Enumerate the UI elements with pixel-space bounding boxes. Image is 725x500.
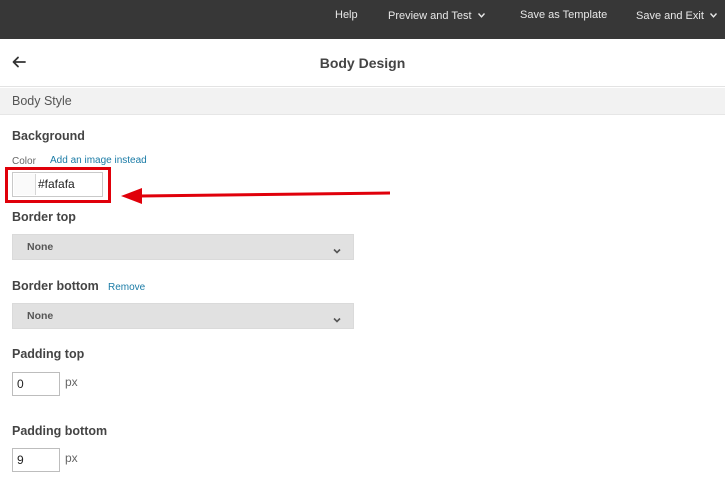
panel-header: Body Design [0,39,725,87]
color-label: Color [12,156,36,167]
save-and-exit-label: Save and Exit [636,10,704,22]
help-label: Help [335,9,358,21]
page-title: Body Design [319,55,406,71]
background-label: Background [12,129,85,143]
padding-top-input[interactable] [12,372,60,396]
preview-and-test-button[interactable]: Preview and Test [388,0,485,39]
save-as-template-label: Save as Template [520,9,608,21]
chevron-down-icon [332,312,342,323]
padding-top-unit: px [65,375,78,389]
chevron-down-icon [709,0,717,31]
chevron-down-icon [332,243,342,254]
section-header: Body Style [0,88,725,115]
padding-top-label: Padding top [12,347,85,361]
save-as-template-button[interactable]: Save as Template [520,0,607,39]
padding-bottom-label: Padding bottom [12,424,108,438]
help-button[interactable]: Help [335,0,358,39]
border-bottom-value: None [27,310,54,322]
section-title: Body Style [12,94,72,108]
padding-bottom-input[interactable] [12,448,60,472]
remove-border-link[interactable]: Remove [108,282,145,293]
padding-bottom-unit: px [65,451,78,465]
annotation-highlight-box [5,167,111,203]
preview-label: Preview and Test [388,10,472,22]
save-and-exit-button[interactable]: Save and Exit [636,0,717,39]
border-top-value: None [27,241,54,253]
border-bottom-label: Border bottom [12,279,99,293]
border-top-label: Border top [12,210,76,224]
top-toolbar: Help Preview and Test Save as Template S… [0,0,725,39]
border-top-select[interactable]: None [12,234,354,260]
border-bottom-select[interactable]: None [12,303,354,329]
chevron-down-icon [477,0,485,31]
add-image-link[interactable]: Add an image instead [50,155,147,166]
